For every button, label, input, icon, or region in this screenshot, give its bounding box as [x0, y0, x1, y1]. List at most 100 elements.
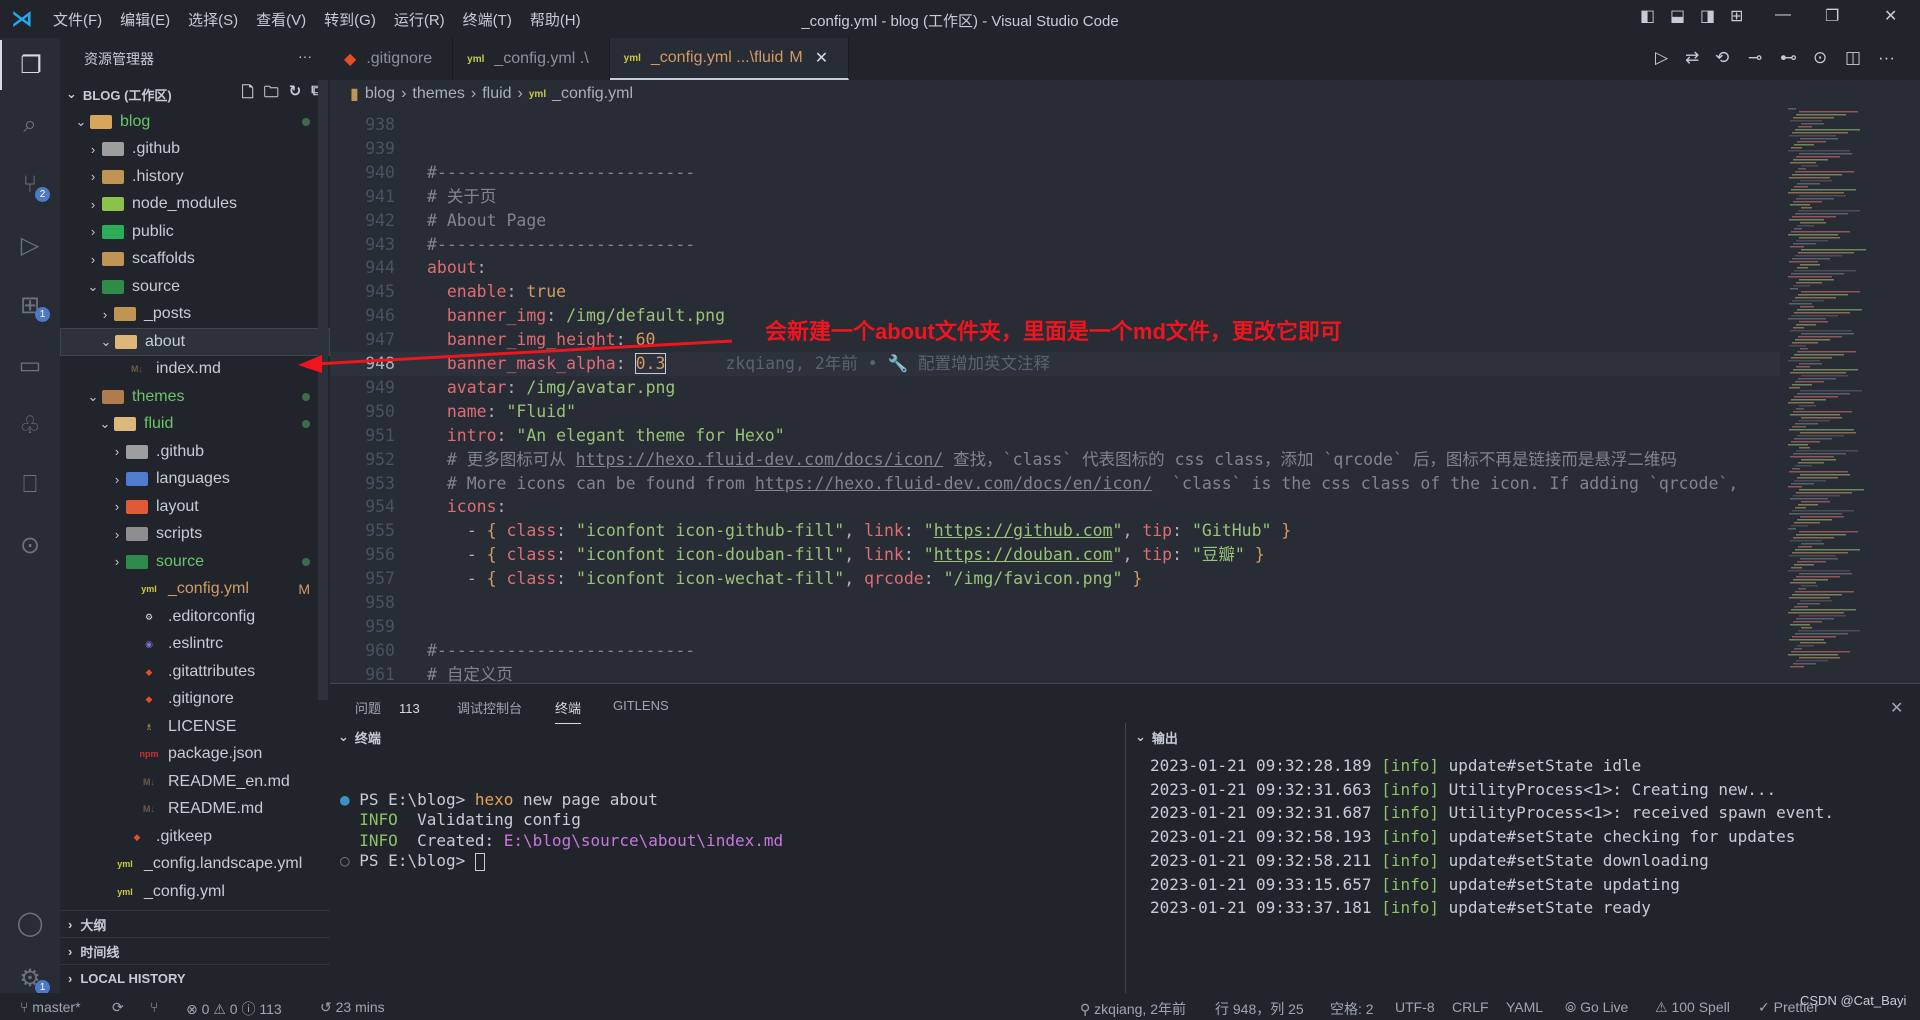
- run-icon[interactable]: ▷: [1655, 48, 1668, 68]
- gitlens-icon[interactable]: ⊙: [1813, 48, 1827, 68]
- activity-tree[interactable]: ♧: [0, 400, 60, 450]
- menu-item[interactable]: 编辑(E): [111, 9, 179, 30]
- tree-item[interactable]: ⚙ .editorconfig: [60, 603, 330, 631]
- tree-item[interactable]: ⌄ source: [60, 273, 330, 301]
- breadcrumb-item[interactable]: _config.yml: [552, 85, 633, 103]
- tab-gitlens[interactable]: GITLENS: [613, 698, 669, 713]
- time-status[interactable]: ↺ 23 mins: [320, 999, 385, 1016]
- layout-custom-icon[interactable]: ⊞: [1730, 6, 1743, 26]
- tree-item[interactable]: › layout: [60, 493, 330, 521]
- tree-item[interactable]: › .github: [60, 136, 330, 164]
- tree-item[interactable]: yml _config.yml: [60, 878, 330, 906]
- problems-status[interactable]: ⊗ 0 ⚠ 0 ⓘ 113: [186, 999, 282, 1019]
- new-folder-icon[interactable]: 🗀: [264, 82, 279, 107]
- activity-gitlens[interactable]: ⊙: [0, 520, 60, 570]
- compare-icon[interactable]: ⇄: [1685, 48, 1699, 68]
- tree-item[interactable]: ⌄ about: [60, 328, 330, 356]
- tree-item[interactable]: ◆ .gitignore: [60, 686, 330, 714]
- tree-item[interactable]: M↓ index.md: [60, 356, 330, 384]
- activity-run-debug[interactable]: ▷: [0, 220, 60, 270]
- activity-search[interactable]: ⌕: [0, 100, 60, 150]
- breadcrumb-item[interactable]: fluid: [482, 85, 511, 103]
- git-graph-icon[interactable]: ⑂: [150, 999, 158, 1015]
- activity-extensions[interactable]: ⊞ 1: [0, 280, 60, 330]
- split-editor-icon[interactable]: ◫: [1845, 48, 1861, 68]
- tree-item[interactable]: ⌄ fluid: [60, 411, 330, 439]
- tree-item[interactable]: yml _config.landscape.yml: [60, 851, 330, 879]
- section-0[interactable]: › 大纲: [60, 910, 330, 937]
- code-token[interactable]: https://hexo.fluid-dev.com/docs/en/icon/: [755, 474, 1152, 493]
- tab-1[interactable]: yml _config.yml .\: [453, 38, 610, 80]
- breadcrumb-item[interactable]: themes: [412, 85, 464, 103]
- terminal-header[interactable]: ⌄ 终端: [330, 723, 381, 751]
- code-token[interactable]: https://hexo.fluid-dev.com/docs/icon/: [576, 450, 944, 469]
- tree-item[interactable]: M↓ README.md: [60, 796, 330, 824]
- section-1[interactable]: › 时间线: [60, 937, 330, 964]
- tree-item[interactable]: yml _config.yml M: [60, 576, 330, 604]
- go-live-button[interactable]: ⦾ Go Live: [1565, 999, 1628, 1016]
- menu-item[interactable]: 选择(S): [179, 9, 247, 30]
- menu-item[interactable]: 终端(T): [454, 9, 521, 30]
- breadcrumb-item[interactable]: blog: [365, 85, 395, 103]
- blame-status[interactable]: ⚲ zkqiang, 2年前: [1080, 999, 1186, 1019]
- language-mode[interactable]: YAML: [1506, 999, 1543, 1015]
- terminal-content[interactable]: ● PS E:\blog> hexo new page about INFO V…: [340, 769, 783, 872]
- tree-item[interactable]: ◉ .eslintrc: [60, 631, 330, 659]
- tree-item[interactable]: › public: [60, 218, 330, 246]
- tab-2[interactable]: yml _config.yml ...\fluid M ✕: [609, 38, 850, 80]
- code-editor[interactable]: 938 939 940 #-------------------------- 941 #…: [330, 113, 1780, 683]
- encoding[interactable]: UTF-8: [1395, 999, 1435, 1015]
- gitlens-next-icon[interactable]: ⊷: [1780, 48, 1797, 68]
- restore-button[interactable]: ❐: [1825, 6, 1839, 26]
- tree-item[interactable]: › .history: [60, 163, 330, 191]
- code-token[interactable]: https://github.com: [934, 521, 1113, 540]
- layout-sidebar-icon[interactable]: ◧: [1640, 6, 1655, 26]
- tree-item[interactable]: ◆ .gitkeep: [60, 823, 330, 851]
- activity-bookmark[interactable]: ⎕: [0, 460, 60, 510]
- tree-item[interactable]: ⌄ themes: [60, 383, 330, 411]
- output-header[interactable]: ⌄ 输出: [1127, 723, 1178, 751]
- tree-item[interactable]: › _posts: [60, 301, 330, 329]
- indentation[interactable]: 空格: 2: [1330, 999, 1374, 1019]
- tab-problems[interactable]: 问题 113: [355, 698, 420, 717]
- tree-item[interactable]: M↓ README_en.md: [60, 768, 330, 796]
- refresh-icon[interactable]: ↻: [289, 82, 302, 107]
- gitlens-prev-icon[interactable]: ⟲: [1715, 48, 1729, 68]
- cursor-position[interactable]: 行 948，列 25: [1215, 999, 1304, 1019]
- activity-source-control[interactable]: ⑂ 2: [0, 160, 60, 210]
- output-content[interactable]: 2023-01-21 09:32:28.189 [info] update#se…: [1150, 754, 1834, 920]
- menu-item[interactable]: 转到(G): [315, 9, 385, 30]
- tree-item[interactable]: › scripts: [60, 521, 330, 549]
- tree-item[interactable]: ⌄ blog: [60, 108, 330, 136]
- close-window-button[interactable]: ✕: [1884, 6, 1897, 26]
- tree-item[interactable]: › source: [60, 548, 330, 576]
- tab-0[interactable]: ◆ .gitignore: [330, 38, 454, 80]
- minimize-button[interactable]: —: [1775, 6, 1791, 24]
- spell-status[interactable]: ⚠ 100 Spell: [1655, 999, 1730, 1016]
- menu-item[interactable]: 运行(R): [385, 9, 454, 30]
- activity-folder[interactable]: ▭: [0, 340, 60, 390]
- sync-icon[interactable]: ⟳: [112, 999, 124, 1016]
- line-ending[interactable]: CRLF: [1452, 999, 1489, 1015]
- menu-item[interactable]: 查看(V): [247, 9, 315, 30]
- close-tab-icon[interactable]: ✕: [815, 48, 828, 68]
- tree-item[interactable]: › node_modules: [60, 191, 330, 219]
- layout-secondary-icon[interactable]: ◨: [1700, 6, 1715, 26]
- workspace-header[interactable]: ⌄ BLOG (工作区) 🗋 🗀 ↻ ⧉: [60, 80, 330, 108]
- branch-status[interactable]: ⑂ master*: [20, 999, 81, 1015]
- menu-item[interactable]: 帮助(H): [521, 9, 590, 30]
- tab-debug-console[interactable]: 调试控制台: [457, 698, 522, 717]
- new-file-icon[interactable]: 🗋: [242, 82, 254, 107]
- tree-item[interactable]: › languages: [60, 466, 330, 494]
- minimap[interactable]: [1780, 108, 1910, 683]
- code-token[interactable]: https://douban.com: [934, 545, 1113, 564]
- more-actions-icon[interactable]: ···: [298, 48, 312, 64]
- tree-item[interactable]: › .github: [60, 438, 330, 466]
- activity-account[interactable]: ◯: [0, 898, 60, 948]
- panel-divider[interactable]: [1125, 723, 1126, 993]
- activity-explorer[interactable]: ❐: [0, 40, 60, 90]
- more-icon[interactable]: ···: [1878, 48, 1895, 68]
- tree-item[interactable]: npm package.json: [60, 741, 330, 769]
- tree-item[interactable]: ◆ .gitattributes: [60, 658, 330, 686]
- tree-item[interactable]: ♗ LICENSE: [60, 713, 330, 741]
